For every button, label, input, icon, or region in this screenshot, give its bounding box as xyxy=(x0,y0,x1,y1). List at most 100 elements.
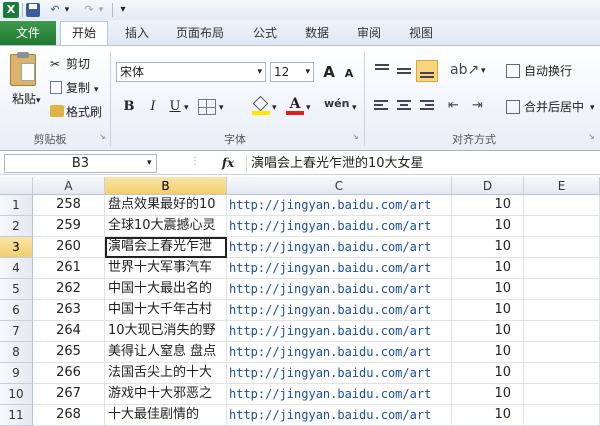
cell-b[interactable]: 全球10大震撼心灵 xyxy=(105,216,227,237)
name-box[interactable]: B3 xyxy=(4,154,157,173)
cell-a[interactable]: 267 xyxy=(33,384,105,405)
cell-c[interactable]: http://jingyan.baidu.com/art xyxy=(227,237,452,258)
font-color-icon[interactable]: A xyxy=(286,96,304,116)
cell-a[interactable]: 266 xyxy=(33,363,105,384)
cell-b[interactable]: 中国十大最出名的 xyxy=(105,279,227,300)
align-bottom-icon[interactable] xyxy=(416,60,438,82)
save-icon[interactable] xyxy=(26,3,40,17)
tab-page-layout[interactable]: 页面布局 xyxy=(168,22,232,45)
grow-font-icon[interactable]: A xyxy=(320,63,338,81)
column-header-b[interactable]: B xyxy=(105,177,227,195)
format-painter-button[interactable]: 格式刷 xyxy=(66,103,102,121)
align-center-icon[interactable] xyxy=(396,98,412,114)
phonetic-guide-icon[interactable]: wén xyxy=(324,97,349,110)
dialog-launcher-icon[interactable]: ↘ xyxy=(352,132,359,141)
cell-d[interactable]: 10 xyxy=(452,258,524,279)
dialog-launcher-icon[interactable]: ↘ xyxy=(99,132,106,141)
cell-a[interactable]: 259 xyxy=(33,216,105,237)
copy-dropdown-icon[interactable]: ▾ xyxy=(94,85,99,95)
cell-e[interactable] xyxy=(524,195,600,216)
cell-a[interactable]: 264 xyxy=(33,321,105,342)
row-header[interactable]: 9 xyxy=(0,363,33,384)
increase-indent-icon[interactable]: ⇥ xyxy=(472,98,483,113)
underline-dropdown-icon[interactable]: ▾ xyxy=(184,103,189,113)
formula-input[interactable]: 演唱会上春光乍泄的10大女星 xyxy=(246,154,600,173)
column-header-c[interactable]: C xyxy=(227,177,452,195)
font-size-select[interactable]: 12 ▾ xyxy=(270,62,314,82)
merge-dropdown-icon[interactable]: ▾ xyxy=(590,103,595,113)
font-color-dropdown-icon[interactable]: ▾ xyxy=(306,103,311,113)
tab-review[interactable]: 审阅 xyxy=(348,22,390,45)
cell-e[interactable] xyxy=(524,279,600,300)
merge-center-button[interactable]: 合并后居中 xyxy=(524,98,584,116)
fill-dropdown-icon[interactable]: ▾ xyxy=(272,103,277,113)
insert-function-icon[interactable]: fx xyxy=(217,154,239,173)
cell-b[interactable]: 盘点效果最好的10 xyxy=(105,195,227,216)
cell-b[interactable]: 中国十大千年古村 xyxy=(105,300,227,321)
resize-handle[interactable]: ⋮ xyxy=(190,156,200,167)
tab-file[interactable]: 文件 xyxy=(0,21,56,45)
cell-b[interactable]: 游戏中十大邪恶之 xyxy=(105,384,227,405)
phonetic-dropdown-icon[interactable]: ▾ xyxy=(352,103,357,113)
row-header[interactable]: 10 xyxy=(0,384,33,405)
fill-color-icon[interactable] xyxy=(252,95,270,115)
cell-b[interactable]: 法国舌尖上的十大 xyxy=(105,363,227,384)
cell-c[interactable]: http://jingyan.baidu.com/art xyxy=(227,258,452,279)
cell-d[interactable]: 10 xyxy=(452,342,524,363)
cell-c[interactable]: http://jingyan.baidu.com/art xyxy=(227,384,452,405)
align-left-icon[interactable] xyxy=(374,98,390,114)
row-header[interactable]: 2 xyxy=(0,216,33,237)
align-middle-icon[interactable] xyxy=(396,62,412,78)
row-header[interactable]: 8 xyxy=(0,342,33,363)
cell-d[interactable]: 10 xyxy=(452,384,524,405)
redo-icon[interactable]: ↷ xyxy=(82,2,96,18)
cell-a[interactable]: 268 xyxy=(33,405,105,426)
cell-e[interactable] xyxy=(524,321,600,342)
dialog-launcher-icon[interactable]: ↘ xyxy=(588,132,595,141)
tab-formulas[interactable]: 公式 xyxy=(244,22,286,45)
tab-view[interactable]: 视图 xyxy=(400,22,442,45)
cell-b[interactable]: 十大最佳剧情的 xyxy=(105,405,227,426)
cell-c[interactable]: http://jingyan.baidu.com/art xyxy=(227,342,452,363)
align-right-icon[interactable] xyxy=(418,98,434,114)
cell-c[interactable]: http://jingyan.baidu.com/art xyxy=(227,405,452,426)
paste-icon[interactable] xyxy=(10,52,36,86)
cell-e[interactable] xyxy=(524,258,600,279)
tab-data[interactable]: 数据 xyxy=(296,22,338,45)
column-header-e[interactable]: E xyxy=(524,177,600,195)
column-header-d[interactable]: D xyxy=(452,177,524,195)
tab-home[interactable]: 开始 xyxy=(60,21,108,46)
cell-a[interactable]: 260 xyxy=(33,237,105,258)
borders-dropdown-icon[interactable]: ▾ xyxy=(219,103,224,113)
cell-d[interactable]: 10 xyxy=(452,321,524,342)
paste-dropdown-icon[interactable]: ▾ xyxy=(36,96,41,106)
borders-icon[interactable] xyxy=(198,99,216,115)
row-header[interactable]: 5 xyxy=(0,279,33,300)
cell-c[interactable]: http://jingyan.baidu.com/art xyxy=(227,216,452,237)
align-top-icon[interactable] xyxy=(374,62,390,78)
cell-d[interactable]: 10 xyxy=(452,300,524,321)
tab-insert[interactable]: 插入 xyxy=(116,22,158,45)
row-header[interactable]: 11 xyxy=(0,405,33,426)
cell-c[interactable]: http://jingyan.baidu.com/art xyxy=(227,321,452,342)
cell-e[interactable] xyxy=(524,237,600,258)
cell-a[interactable]: 262 xyxy=(33,279,105,300)
cell-b[interactable]: 10大现已消失的野 xyxy=(105,321,227,342)
cell-c[interactable]: http://jingyan.baidu.com/art xyxy=(227,363,452,384)
cell-e[interactable] xyxy=(524,405,600,426)
select-all-corner[interactable] xyxy=(0,177,33,195)
column-header-a[interactable]: A xyxy=(33,177,105,195)
cell-d[interactable]: 10 xyxy=(452,363,524,384)
underline-button[interactable]: U xyxy=(166,98,184,116)
cell-c[interactable]: http://jingyan.baidu.com/art xyxy=(227,279,452,300)
wrap-text-button[interactable]: 自动换行 xyxy=(524,62,572,80)
cell-e[interactable] xyxy=(524,384,600,405)
row-header[interactable]: 1 xyxy=(0,195,33,216)
copy-button[interactable]: 复制 xyxy=(66,79,90,97)
orientation-icon[interactable]: ab↗ xyxy=(450,62,479,78)
cell-e[interactable] xyxy=(524,342,600,363)
cell-a[interactable]: 258 xyxy=(33,195,105,216)
undo-dropdown-icon[interactable]: ▾ xyxy=(62,2,72,18)
shrink-font-icon[interactable]: A xyxy=(340,65,358,83)
undo-icon[interactable]: ↶ xyxy=(48,2,62,18)
